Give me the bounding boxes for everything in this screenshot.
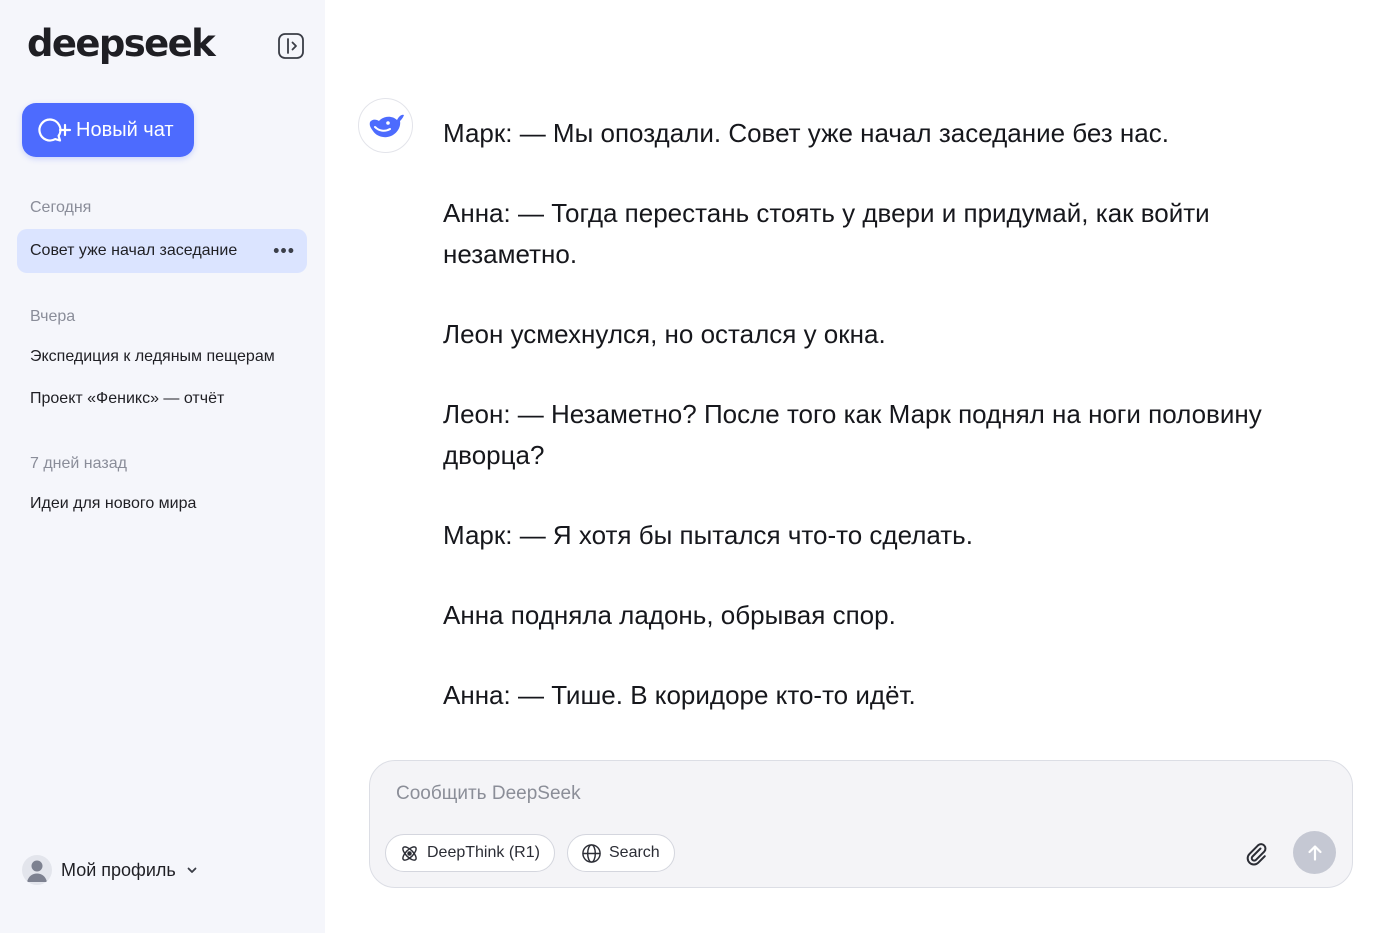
app-logo[interactable]: deepseek [27,22,216,65]
conversation-item[interactable]: Идеи для нового мира [17,482,307,526]
conversation-title: Совет уже начал заседание [30,242,238,259]
arrow-up-icon [1307,844,1322,861]
deepseek-whale-icon [369,114,404,137]
conversation-item[interactable]: Проект «Феникс» — отчёт [17,377,307,421]
conversation-item[interactable]: Совет уже начал заседание ••• [17,229,307,273]
message-paragraph: Леон: — Незаметно? После того как Марк п… [443,399,1262,470]
section-label-today: Сегодня [30,199,92,216]
assistant-message: Марк: — Мы опоздали. Совет уже начал зас… [443,113,1293,755]
new-chat-label: Новый чат [76,118,174,141]
search-toggle[interactable]: Search [567,834,675,872]
deepthink-toggle[interactable]: DeepThink (R1) [385,834,555,872]
message-paragraph: Анна: — Тише. В коридоре кто-то идёт. [443,680,916,710]
globe-icon [581,843,602,864]
ellipsis-icon[interactable]: ••• [273,241,295,262]
message-paragraph: Марк: — Я хотя бы пытался что-то сделать… [443,520,973,550]
section-label-7-days: 7 дней назад [30,455,127,472]
new-chat-icon [36,116,72,144]
attach-button[interactable] [1240,837,1272,869]
avatar [22,855,52,885]
user-icon [27,860,47,882]
conversation-title: Экспедиция к ледяным пещерам [30,348,275,365]
conversation-title: Проект «Феникс» — отчёт [30,390,225,407]
atom-icon [399,843,420,864]
sidebar-toggle-icon [278,33,304,59]
profile-label: Мой профиль [61,859,176,880]
deepthink-label: DeepThink (R1) [427,844,540,861]
profile-menu[interactable]: Мой профиль [22,855,198,885]
search-label: Search [609,844,660,861]
send-button[interactable] [1293,831,1336,874]
message-input[interactable] [396,783,1216,805]
chevron-down-icon [186,864,198,876]
message-composer: DeepThink (R1) Search [369,760,1353,888]
section-label-yesterday: Вчера [30,308,76,325]
message-paragraph: Анна подняла ладонь, обрывая спор. [443,600,896,630]
sidebar-toggle-button[interactable] [276,31,306,61]
message-paragraph: Леон усмехнулся, но остался у окна. [443,319,886,349]
conversation-item[interactable]: Экспедиция к ледяным пещерам [17,335,307,379]
sidebar: deepseek Новый чат Сегодня Совет уже нач… [0,0,325,933]
conversation-title: Идеи для нового мира [30,495,197,512]
message-paragraph: Анна: — Тогда перестань стоять у двери и… [443,198,1210,269]
message-paragraph: Марк: — Мы опоздали. Совет уже начал зас… [443,118,1169,148]
assistant-avatar [358,98,413,153]
new-chat-button[interactable]: Новый чат [22,103,194,157]
paperclip-icon [1246,843,1267,866]
